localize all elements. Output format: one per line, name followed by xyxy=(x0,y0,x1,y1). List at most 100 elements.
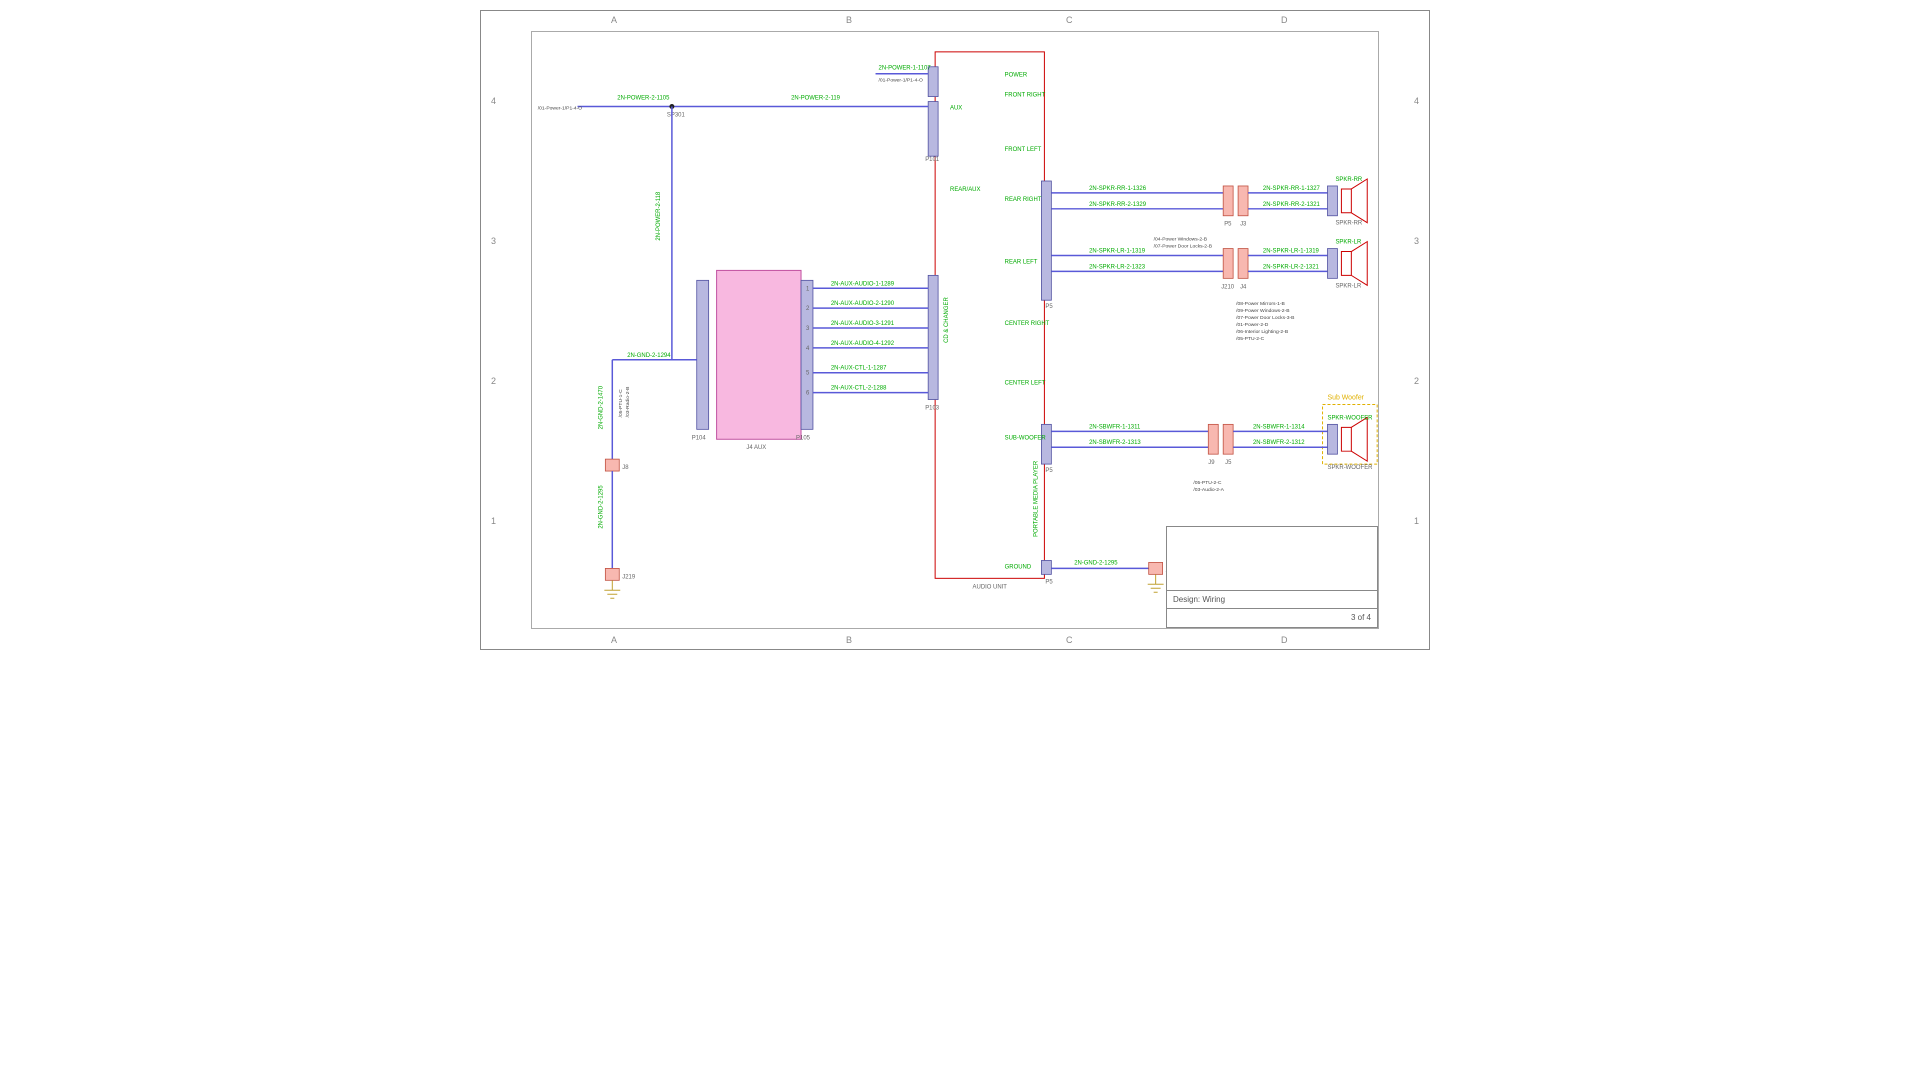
connector-p5-upper[interactable] xyxy=(1041,181,1051,300)
p101-label: P101 xyxy=(925,157,940,163)
port-front-right: FRONT RIGHT xyxy=(1005,93,1046,99)
sheet-border-outer: A B C D A B C D 4 3 2 1 4 3 2 1 AUDIO UN… xyxy=(480,10,1430,650)
conn-spkr-sub[interactable] xyxy=(1328,424,1338,454)
col-label-d-top: D xyxy=(1281,15,1288,25)
net-aux3: 2N-AUX-AUDIO-3-1291 xyxy=(831,321,895,327)
port-ground: GROUND xyxy=(1005,564,1032,570)
row-label-1-l: 1 xyxy=(491,516,496,526)
cross-m1: /08-Power Mirrors-1-B xyxy=(1236,301,1285,307)
j4-label-lr: J4 xyxy=(1240,284,1247,290)
subwoofer-title: Sub Woofer xyxy=(1328,395,1365,402)
device-audio-unit[interactable] xyxy=(935,52,1044,578)
net-rr2: 2N-SPKR-RR-2-1329 xyxy=(1089,202,1147,208)
net-lr2: 2N-SPKR-LR-2-1323 xyxy=(1089,264,1146,270)
col-label-b-top: B xyxy=(846,15,852,25)
title-block: Design: Wiring 3 of 4 xyxy=(1166,526,1378,628)
port-center-r: CENTER RIGHT xyxy=(1005,321,1050,327)
wire-power-down[interactable] xyxy=(672,107,697,360)
spkr-sub-top: SPKR-WOOFER xyxy=(1328,415,1374,421)
crossref-power-top: /01-Power-1/P1-4-O xyxy=(879,78,923,84)
connector-p5-gnd[interactable] xyxy=(1041,560,1051,574)
speaker-sub-icon[interactable] xyxy=(1341,417,1367,461)
net-aux2: 2N-AUX-AUDIO-2-1290 xyxy=(831,301,895,307)
port-center-l: CENTER LEFT xyxy=(1005,381,1046,387)
splice-j9a[interactable] xyxy=(1208,424,1218,454)
p104-label: P104 xyxy=(692,435,707,441)
col-label-c-bot: C xyxy=(1066,635,1073,645)
port-rear-left: REAR LEFT xyxy=(1005,259,1038,265)
connector-aux-in-audio[interactable] xyxy=(928,102,938,157)
title-block-page: 3 of 4 xyxy=(1167,608,1377,626)
crossref-power-src: /01-Power-1/P1-4-O xyxy=(538,105,582,111)
ground-symbol-right xyxy=(1148,574,1164,592)
net-sw2: 2N-SBWFR-2-1313 xyxy=(1089,440,1141,446)
net-gnd-vert-upper: 2N-GND-2-1470 xyxy=(598,385,604,429)
col-label-a-top: A xyxy=(611,15,617,25)
row-label-1-r: 1 xyxy=(1414,516,1419,526)
col-label-c-top: C xyxy=(1066,15,1073,25)
schematic-page: A B C D A B C D 4 3 2 1 4 3 2 1 AUDIO UN… xyxy=(240,0,1680,810)
net-power-top: 2N-POWER-1-1107 xyxy=(879,66,932,72)
net-rr2b: 2N-SPKR-RR-2-1321 xyxy=(1263,202,1321,208)
j3-p5: P5 xyxy=(1224,222,1232,228)
splice-j218[interactable] xyxy=(1149,562,1163,574)
speaker-rr-icon[interactable] xyxy=(1341,179,1367,223)
connector-p105[interactable] xyxy=(801,280,813,429)
audio-unit-label: AUDIO UNIT xyxy=(973,584,1008,590)
splice-j8[interactable] xyxy=(605,459,619,471)
audio-side-left: CD & CHANGER xyxy=(944,297,950,343)
net-rr1b: 2N-SPKR-RR-1-1327 xyxy=(1263,186,1321,192)
splice-j219[interactable] xyxy=(605,568,619,580)
j5-label: J5 xyxy=(1225,460,1232,466)
net-power-to-audio: 2N-POWER-2-119 xyxy=(791,96,841,102)
net-power-vert: 2N-POWER-2-118 xyxy=(656,191,662,241)
row-label-2-r: 2 xyxy=(1414,376,1419,386)
net-sw2b: 2N-SBWFR-2-1312 xyxy=(1253,440,1305,446)
speaker-lr-icon[interactable] xyxy=(1341,242,1367,286)
j210-label: J210 xyxy=(1221,284,1235,290)
net-aux1: 2N-AUX-AUDIO-1-1289 xyxy=(831,281,895,287)
connector-p104[interactable] xyxy=(697,280,709,429)
cross-lr-b: /07-Power Door Locks-2-B xyxy=(1154,244,1213,250)
conn-spkr-rr[interactable] xyxy=(1328,186,1338,216)
splice-j4-lr[interactable] xyxy=(1238,249,1248,279)
splice-j9b[interactable] xyxy=(1223,424,1233,454)
net-rr1: 2N-SPKR-RR-1-1326 xyxy=(1089,186,1147,192)
net-sw1b: 2N-SBWFR-1-1314 xyxy=(1253,424,1305,430)
row-label-3-r: 3 xyxy=(1414,236,1419,246)
title-block-blank xyxy=(1167,527,1377,590)
splice-p5-rr[interactable] xyxy=(1223,186,1233,216)
spkr-sub-bot: SPKR-WOOFER xyxy=(1328,465,1374,471)
splice-j3[interactable] xyxy=(1238,186,1248,216)
title-block-design: Design: Wiring xyxy=(1167,590,1377,608)
net-gnd-audio: 2N-GND-2-1295 xyxy=(1074,560,1118,566)
net-aux6: 2N-AUX-CTL-2-1288 xyxy=(831,386,887,392)
cross-m6: /05-PTU-2-C xyxy=(1236,336,1264,342)
row-label-2-l: 2 xyxy=(491,376,496,386)
cross-j8b: /03-Radio-2-B xyxy=(625,386,631,418)
net-gnd-left: 2N-GND-2-1294 xyxy=(627,353,671,359)
cross-j8a: /05-PTU-1-C xyxy=(618,389,624,417)
aux-block-label: J4 AUX xyxy=(746,445,766,451)
p105-label: P105 xyxy=(796,435,811,441)
connector-p5-sub[interactable] xyxy=(1041,424,1051,464)
j8-label: J8 xyxy=(622,465,629,471)
connector-p103[interactable] xyxy=(928,275,938,399)
net-sw1: 2N-SBWFR-1-1311 xyxy=(1089,424,1141,430)
cross-m3: /07-Power Door Locks-3-B xyxy=(1236,315,1295,321)
j219-label: J219 xyxy=(622,574,636,580)
sp301-label: SP301 xyxy=(667,112,686,118)
j9a-label: J9 xyxy=(1208,460,1215,466)
conn-spkr-lr[interactable] xyxy=(1328,249,1338,279)
p103-label: P103 xyxy=(925,405,940,411)
col-label-d-bot: D xyxy=(1281,635,1288,645)
cross-sub-a: /05-PTU-2-C xyxy=(1193,480,1221,486)
device-aux-block[interactable] xyxy=(717,270,801,439)
sheet-border-inner: AUDIO UNIT CD & CHANGER PORTABLE MEDIA P… xyxy=(531,31,1379,629)
spkr-lr-top: SPKR-LR xyxy=(1335,240,1362,246)
net-aux5: 2N-AUX-CTL-1-1287 xyxy=(831,366,887,372)
row-label-3-l: 3 xyxy=(491,236,496,246)
net-lr1: 2N-SPKR-LR-1-1319 xyxy=(1089,249,1146,255)
spkr-lr-bot: SPKR-LR xyxy=(1335,283,1362,289)
splice-j210[interactable] xyxy=(1223,249,1233,279)
